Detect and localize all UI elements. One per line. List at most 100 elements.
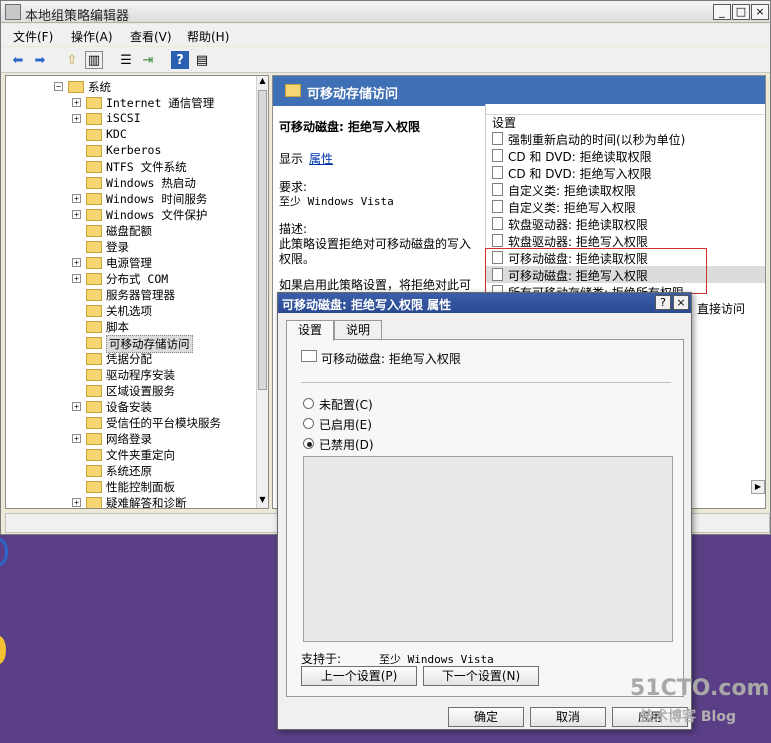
previous-setting-button[interactable]: 上一个设置(P)	[301, 666, 417, 686]
tree-item[interactable]: 关机选项	[6, 303, 254, 319]
cancel-button[interactable]: 取消	[530, 707, 606, 727]
menu-help[interactable]: 帮助(H)	[187, 28, 229, 45]
tree-scroll-thumb[interactable]	[258, 90, 267, 390]
tree-item-label: 设备安装	[106, 400, 152, 414]
minimize-button[interactable]: _	[713, 4, 731, 20]
expand-icon[interactable]: +	[72, 402, 81, 411]
tree-item[interactable]: 可移动存储访问	[6, 335, 254, 353]
setting-row[interactable]: 自定义类: 拒绝读取权限	[486, 181, 765, 198]
setting-row[interactable]: 自定义类: 拒绝写入权限	[486, 198, 765, 215]
folder-icon	[86, 385, 102, 397]
expand-icon[interactable]: +	[72, 114, 81, 123]
tree-item[interactable]: 受信任的平台模块服务	[6, 415, 254, 431]
tab-explain[interactable]: 说明	[334, 320, 382, 340]
tree-item[interactable]: + Windows 时间服务	[6, 191, 254, 207]
expand-icon[interactable]: +	[72, 274, 81, 283]
close-button[interactable]: ×	[751, 4, 769, 20]
export-icon[interactable]: ⇥	[139, 51, 157, 69]
tree-item[interactable]: + iSCSI	[6, 111, 254, 127]
tree-item[interactable]: + 网络登录	[6, 431, 254, 447]
radio-not-configured[interactable]	[303, 398, 314, 409]
filter-icon[interactable]: ▤	[193, 51, 211, 69]
folder-icon	[86, 305, 102, 317]
setting-row[interactable]: CD 和 DVD: 拒绝读取权限	[486, 147, 765, 164]
desktop-shortcut-icon[interactable]	[0, 636, 6, 664]
policy-setting-icon	[492, 234, 503, 247]
tree-item-label: 性能控制面板	[106, 480, 175, 494]
tree-item[interactable]: 脚本	[6, 319, 254, 335]
tree-item[interactable]: 文件夹重定向	[6, 447, 254, 463]
tree-item[interactable]: Kerberos	[6, 143, 254, 159]
settings-column-header[interactable]: 设置	[492, 114, 516, 131]
tree-item[interactable]: 凭据分配	[6, 351, 254, 367]
setting-row[interactable]: 软盘驱动器: 拒绝写入权限	[486, 232, 765, 249]
collapse-icon[interactable]: −	[54, 82, 63, 91]
tree-item[interactable]: 系统还原	[6, 463, 254, 479]
expand-icon[interactable]: +	[72, 194, 81, 203]
tree-item[interactable]: 登录	[6, 239, 254, 255]
expand-icon[interactable]: +	[72, 98, 81, 107]
dialog-policy-name: 可移动磁盘: 拒绝写入权限	[321, 352, 461, 366]
properties-icon[interactable]: ☰	[117, 51, 135, 69]
setting-label: 软盘驱动器: 拒绝读取权限	[508, 218, 648, 232]
folder-icon	[86, 97, 102, 109]
dialog-close-button[interactable]: ×	[673, 295, 689, 310]
show-hide-tree-icon[interactable]: ▥	[85, 51, 103, 69]
tree-item[interactable]: − 系统	[6, 79, 254, 95]
maximize-button[interactable]: □	[732, 4, 750, 20]
next-setting-button[interactable]: 下一个设置(N)	[423, 666, 539, 686]
expand-icon[interactable]: +	[72, 210, 81, 219]
tree-item[interactable]: + 电源管理	[6, 255, 254, 271]
tree-item[interactable]: 驱动程序安装	[6, 367, 254, 383]
scroll-up-icon[interactable]: ▲	[256, 76, 268, 89]
tree-item[interactable]: + 设备安装	[6, 399, 254, 415]
radio-enabled[interactable]	[303, 418, 314, 429]
folder-icon	[86, 481, 102, 493]
tree-item[interactable]: KDC	[6, 127, 254, 143]
menu-action[interactable]: 操作(A)	[71, 28, 113, 45]
tree-item[interactable]: NTFS 文件系统	[6, 159, 254, 175]
expand-icon[interactable]: +	[72, 434, 81, 443]
folder-icon	[86, 273, 102, 285]
option-enabled[interactable]: 已启用(E)	[319, 416, 372, 433]
menu-view[interactable]: 查看(V)	[130, 28, 172, 45]
setting-row[interactable]: CD 和 DVD: 拒绝写入权限	[486, 164, 765, 181]
tree-item[interactable]: 服务器管理器	[6, 287, 254, 303]
scroll-down-icon[interactable]: ▼	[256, 495, 268, 508]
help-icon[interactable]: ?	[171, 51, 189, 69]
tree-item[interactable]: + 分布式 COM	[6, 271, 254, 287]
tree-item[interactable]: Windows 热启动	[6, 175, 254, 191]
folder-icon	[86, 113, 102, 125]
tree-item[interactable]: 区域设置服务	[6, 383, 254, 399]
navigation-tree: − 系统 + Internet 通信管理 + iSCSI KDC Kerberos NTFS 文…	[5, 75, 269, 509]
forward-icon[interactable]: ➡	[31, 51, 49, 69]
dialog-title-bar[interactable]: 可移动磁盘: 拒绝写入权限 属性 ? ×	[278, 293, 691, 313]
tab-settings[interactable]: 设置	[286, 320, 334, 341]
option-not-configured[interactable]: 未配置(C)	[319, 396, 373, 413]
folder-icon	[68, 81, 84, 93]
scroll-right-icon[interactable]: ▶	[751, 480, 765, 494]
folder-icon	[86, 241, 102, 253]
tree-item[interactable]: 磁盘配额	[6, 223, 254, 239]
tree-item[interactable]: 性能控制面板	[6, 479, 254, 495]
help-button[interactable]: ?	[655, 295, 671, 310]
expand-icon[interactable]: +	[72, 498, 81, 507]
ok-button[interactable]: 确定	[448, 707, 524, 727]
ie-desktop-icon[interactable]	[0, 538, 8, 566]
expand-icon[interactable]: +	[72, 258, 81, 267]
setting-row[interactable]: 强制重新启动的时间(以秒为单位)	[486, 130, 765, 147]
up-folder-icon[interactable]: ⇧	[63, 51, 81, 69]
separator	[301, 382, 671, 383]
tree-item-label: 分布式 COM	[106, 272, 169, 286]
tree-item[interactable]: + Windows 文件保护	[6, 207, 254, 223]
option-disabled[interactable]: 已禁用(D)	[319, 436, 374, 453]
supported-label: 支持于:	[301, 652, 342, 666]
back-icon[interactable]: ⬅	[9, 51, 27, 69]
properties-link[interactable]: 属性	[309, 150, 333, 167]
title-bar[interactable]: 本地组策略编辑器 _ □ ×	[1, 1, 770, 24]
tree-item[interactable]: + Internet 通信管理	[6, 95, 254, 111]
radio-disabled[interactable]	[303, 438, 314, 449]
tree-item[interactable]: + 疑难解答和诊断	[6, 495, 254, 508]
menu-file[interactable]: 文件(F)	[13, 28, 53, 45]
setting-row[interactable]: 软盘驱动器: 拒绝读取权限	[486, 215, 765, 232]
